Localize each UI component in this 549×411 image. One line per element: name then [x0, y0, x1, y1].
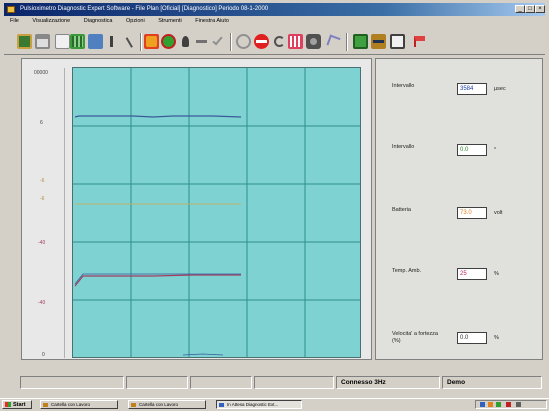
- toolbar-separator: [140, 33, 142, 51]
- tray-alert-icon[interactable]: [506, 402, 511, 407]
- menubar: File Visualizzazione Diagnostica Opzioni…: [4, 17, 545, 26]
- tray-app-icon[interactable]: [496, 402, 501, 407]
- y-axis-label: 6: [40, 120, 43, 126]
- field-label: Batteria: [392, 207, 411, 213]
- toolbar-separator: [230, 33, 232, 51]
- plot-svg: [73, 68, 360, 357]
- tray-misc-icon[interactable]: [516, 402, 521, 407]
- status-cell: [254, 376, 334, 389]
- windows-logo-icon: [5, 402, 11, 407]
- y-axis-label: -6: [40, 196, 45, 202]
- value-field-interval[interactable]: 3584: [457, 83, 487, 95]
- pen-icon[interactable]: [121, 34, 137, 49]
- check-icon[interactable]: [210, 34, 225, 49]
- folder-icon: [43, 403, 48, 407]
- folder-icon: [131, 403, 136, 407]
- volume-icon[interactable]: [488, 402, 493, 407]
- zoom-icon[interactable]: [236, 34, 251, 49]
- value-field-temperature[interactable]: 25: [457, 268, 487, 280]
- taskbar-item-label: Cartella con Lavoro: [51, 402, 91, 407]
- menu-options[interactable]: Opzioni: [126, 18, 145, 24]
- monitor-icon[interactable]: [353, 34, 368, 49]
- bar-icon[interactable]: [288, 34, 303, 49]
- run-icon[interactable]: [178, 34, 193, 49]
- unit-label: volt: [494, 210, 503, 216]
- y-axis-line: [64, 68, 65, 358]
- field-label: Intervallo: [392, 144, 415, 150]
- maximize-button[interactable]: □: [525, 5, 535, 13]
- cursor-icon[interactable]: [326, 34, 341, 49]
- unit-label: %: [494, 271, 499, 277]
- taskbar-item-label: In Attesa Diagnostic Ext...: [227, 402, 279, 407]
- plot-area: [72, 67, 361, 358]
- value-field-battery[interactable]: 73.0: [457, 207, 487, 219]
- minimize-button[interactable]: _: [515, 5, 525, 13]
- toolbar: [4, 28, 545, 55]
- grid-icon[interactable]: [88, 34, 103, 49]
- refresh-icon[interactable]: [272, 34, 287, 49]
- stop-icon[interactable]: [254, 34, 269, 49]
- y-axis-label: -40: [38, 240, 46, 246]
- menu-tools[interactable]: Strumenti: [158, 18, 182, 24]
- open-icon[interactable]: [55, 34, 70, 49]
- start-button[interactable]: Start: [2, 400, 32, 409]
- start-label: Start: [13, 402, 26, 408]
- field-label: Intervallo: [392, 83, 415, 89]
- menu-view[interactable]: Visualizzazione: [32, 18, 70, 24]
- status-bar: Connesso 3Hz Demo: [20, 376, 543, 390]
- flag-icon[interactable]: [412, 34, 427, 49]
- close-button[interactable]: ×: [535, 5, 545, 13]
- taskbar-item[interactable]: Cartella con Lavoro: [40, 400, 118, 409]
- record-icon[interactable]: [144, 34, 159, 49]
- menu-diagnostics[interactable]: Diagnostica: [84, 18, 113, 24]
- taskbar-item-label: Cartella con Lavoro: [139, 402, 179, 407]
- camera-icon[interactable]: [306, 34, 321, 49]
- globe-icon[interactable]: [161, 34, 176, 49]
- app-icon: [219, 403, 224, 407]
- y-axis-label: -6: [40, 178, 45, 184]
- menu-file[interactable]: File: [10, 18, 19, 24]
- status-mode: Demo: [442, 376, 542, 389]
- minus-icon[interactable]: [194, 34, 209, 49]
- y-axis-label: 00000: [34, 70, 48, 76]
- window-titlebar: Pulsioximetro Diagnostic Expert Software…: [4, 3, 545, 16]
- table-icon[interactable]: [70, 34, 85, 49]
- status-cell: [20, 376, 124, 389]
- gear-icon[interactable]: [371, 34, 386, 49]
- status-cell: [126, 376, 188, 389]
- menu-window-help[interactable]: Finestra Aiuto: [195, 18, 229, 24]
- toolbar-separator: [346, 33, 348, 51]
- taskbar-item-active[interactable]: In Attesa Diagnostic Ext...: [216, 400, 302, 409]
- network-icon[interactable]: [480, 402, 485, 407]
- y-axis-label: 0: [42, 352, 45, 358]
- system-tray: [475, 400, 547, 409]
- y-axis-label: -40: [38, 300, 46, 306]
- window-title: Pulsioximetro Diagnostic Expert Software…: [20, 6, 269, 12]
- print-icon[interactable]: [35, 34, 50, 49]
- field-label: Velocita' a fortezza (%): [392, 331, 438, 344]
- filter-icon[interactable]: [104, 34, 119, 49]
- unit-label: %: [494, 335, 499, 341]
- value-field-speed[interactable]: 0.0: [457, 332, 487, 344]
- taskbar-item[interactable]: Cartella con Lavoro: [128, 400, 206, 409]
- save-icon[interactable]: [17, 34, 32, 49]
- book-icon[interactable]: [390, 34, 405, 49]
- taskbar: Start Cartella con Lavoro Cartella con L…: [0, 398, 549, 411]
- app-icon: [7, 6, 15, 13]
- field-label: Temp. Amb.: [392, 268, 422, 274]
- value-field-interval-2[interactable]: 0.0: [457, 144, 487, 156]
- unit-label: µsec: [494, 86, 506, 92]
- status-connection: Connesso 3Hz: [336, 376, 440, 389]
- unit-label: °: [494, 147, 497, 153]
- status-cell: [190, 376, 252, 389]
